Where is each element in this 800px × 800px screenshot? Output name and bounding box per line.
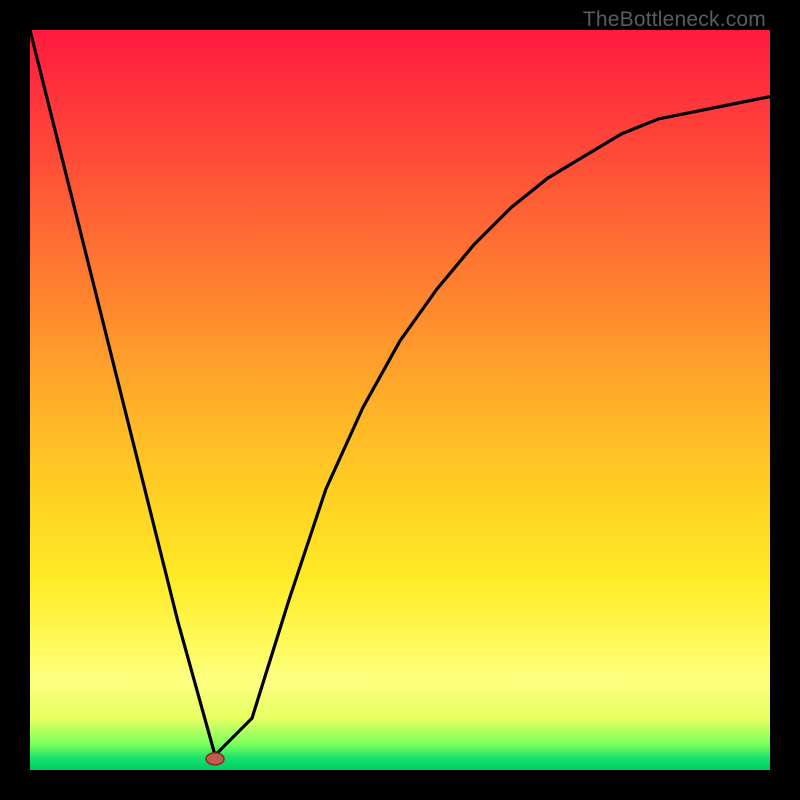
plot-overlay	[30, 30, 770, 770]
attribution-watermark: TheBottleneck.com	[583, 8, 766, 32]
chart-frame: TheBottleneck.com	[0, 0, 800, 800]
bottleneck-curve	[30, 30, 770, 755]
optimal-point-marker	[206, 753, 224, 765]
